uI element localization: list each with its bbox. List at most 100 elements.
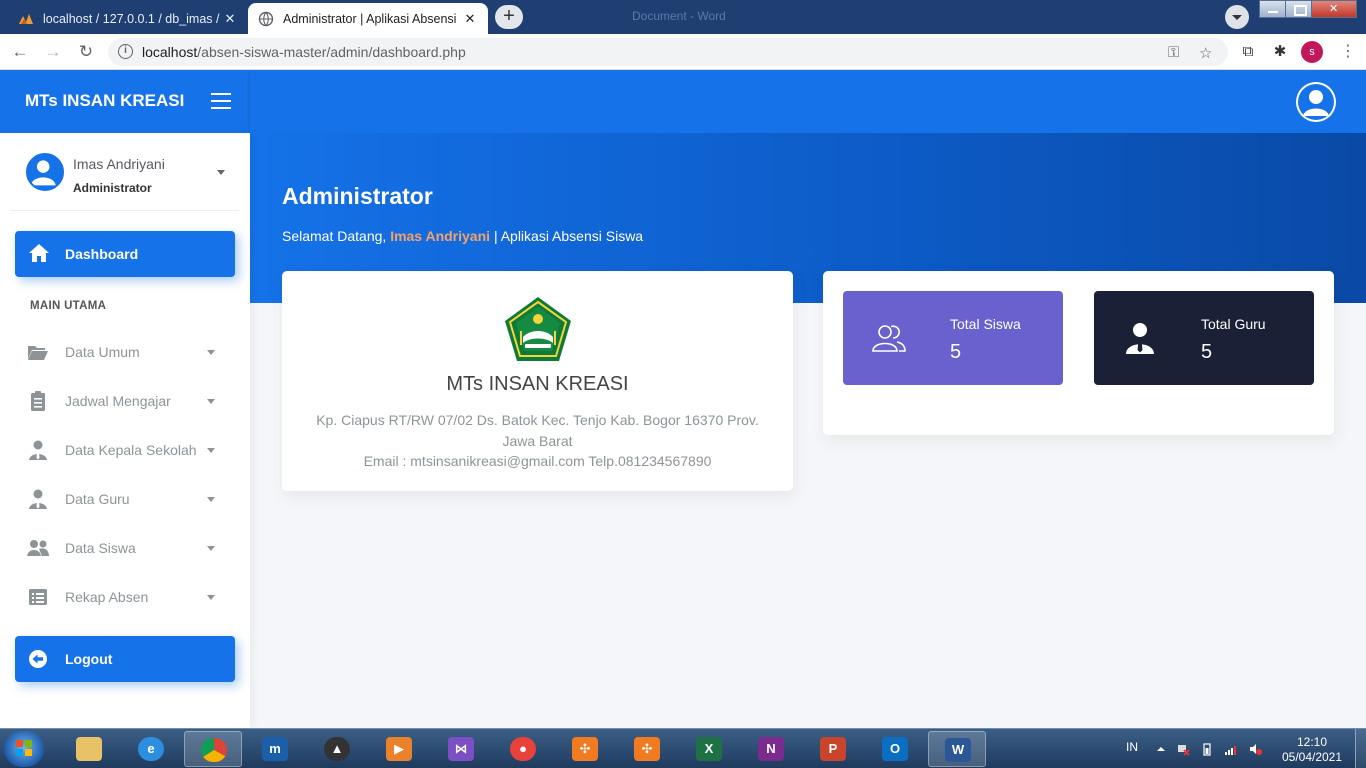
browser-tab-active[interactable]: Administrator | Aplikasi Absensi ✕ xyxy=(248,3,488,34)
clock-date: 05/04/2021 xyxy=(1281,750,1343,764)
star-icon[interactable]: ☆ xyxy=(1199,44,1212,62)
sidebar-item-label: Data Guru xyxy=(65,491,130,507)
clipboard-icon xyxy=(31,391,45,411)
taskbar-media-player[interactable]: ▶ xyxy=(370,731,428,767)
caret-down-icon xyxy=(207,546,215,551)
site-info-icon[interactable]: i xyxy=(118,44,133,59)
caret-down-icon xyxy=(207,497,215,502)
sidebar-user[interactable]: Imas Andriyani Administrator xyxy=(10,133,239,211)
visual-studio-icon: ⋈ xyxy=(448,737,474,761)
show-desktop-button[interactable] xyxy=(1355,729,1366,768)
total-siswa-stat[interactable]: Total Siswa 5 xyxy=(843,291,1063,385)
sidebar-item-label: Data Siswa xyxy=(65,540,136,556)
user-role: Administrator xyxy=(73,181,152,195)
taskbar-powerpoint[interactable]: P xyxy=(804,731,862,767)
home-icon xyxy=(29,244,49,262)
tab-search-button[interactable] xyxy=(1225,5,1249,29)
sidebar-item-label: Jadwal Mengajar xyxy=(65,393,171,409)
volume-muted-icon[interactable] xyxy=(1248,742,1262,756)
user-name: Imas Andriyani xyxy=(73,156,165,172)
taskbar-explorer[interactable] xyxy=(60,731,118,767)
xampp-icon: ✣ xyxy=(572,737,598,761)
sidebar-item-data-umum[interactable]: Data Umum xyxy=(15,329,235,375)
page-title: Administrator xyxy=(282,183,433,209)
excel-icon: X xyxy=(696,737,722,761)
sidebar-item-data-siswa[interactable]: Data Siswa xyxy=(15,525,235,571)
sidebar-item-jadwal-mengajar[interactable]: Jadwal Mengajar xyxy=(15,378,235,424)
taskbar-word[interactable]: W xyxy=(928,731,986,767)
sidebar-section-title: MAIN UTAMA xyxy=(30,300,107,312)
school-emblem-icon xyxy=(505,297,571,361)
powerpoint-icon: P xyxy=(820,737,846,761)
taskbar-mobaxterm[interactable]: m xyxy=(246,731,304,767)
maximize-button[interactable] xyxy=(1285,0,1312,18)
taskbar-internet-explorer[interactable]: e xyxy=(122,731,180,767)
users-icon xyxy=(27,540,49,556)
battery-icon[interactable] xyxy=(1200,742,1214,756)
back-arrow-icon[interactable]: ← xyxy=(8,40,32,64)
window-controls xyxy=(1259,0,1357,20)
taskbar-screen-recorder[interactable]: ● xyxy=(494,731,552,767)
user-avatar-icon[interactable] xyxy=(1296,82,1336,122)
close-window-button[interactable] xyxy=(1311,0,1357,18)
user-tie-icon xyxy=(29,440,47,460)
minimize-button[interactable] xyxy=(1259,0,1286,18)
language-indicator[interactable]: IN xyxy=(1126,740,1138,754)
total-guru-stat[interactable]: Total Guru 5 xyxy=(1094,291,1314,385)
more-menu-icon[interactable]: ⋮ xyxy=(1340,42,1356,62)
brand-logo-text[interactable]: MTs INSAN KREASI xyxy=(25,91,184,111)
address-bar[interactable]: i localhost/absen-siswa-master/admin/das… xyxy=(108,38,1228,66)
taskbar-outlook[interactable]: O xyxy=(866,731,924,767)
user-tie-icon xyxy=(1126,323,1154,354)
sidebar-item-label: Rekap Absen xyxy=(65,589,149,605)
folder-icon xyxy=(76,737,102,761)
system-clock[interactable]: 12:10 05/04/2021 xyxy=(1280,735,1344,765)
sidebar: Imas Andriyani Administrator Dashboard M… xyxy=(0,133,250,728)
reload-icon[interactable]: ↻ xyxy=(74,40,98,64)
sidebar-item-data-kepala-sekolah[interactable]: Data Kepala Sekolah xyxy=(15,427,235,473)
new-tab-button[interactable]: + xyxy=(495,5,523,29)
windows-taskbar: e m ▲ ▶ ⋈ ● ✣ ✣ X N P O W IN 12:10 05/04… xyxy=(0,728,1366,768)
key-icon[interactable]: ⚿ xyxy=(1168,44,1179,61)
windows-logo-icon xyxy=(16,740,32,756)
extension-icon[interactable]: ⧉ xyxy=(1238,42,1258,62)
taskbar-inkscape[interactable]: ▲ xyxy=(308,731,366,767)
browser-tab-phpmyadmin[interactable]: localhost / 127.0.0.1 / db_imas / t ✕ xyxy=(8,3,248,34)
url-text: localhost/absen-siswa-master/admin/dashb… xyxy=(142,44,466,60)
taskbar-xampp[interactable]: ✣ xyxy=(556,731,614,767)
signal-icon[interactable] xyxy=(1224,742,1238,756)
puzzle-icon[interactable]: ✱ xyxy=(1270,42,1290,62)
phpmyadmin-icon xyxy=(19,13,33,24)
close-tab-icon[interactable]: ✕ xyxy=(462,11,478,27)
chevron-up-icon[interactable] xyxy=(1154,742,1168,756)
forward-arrow-icon[interactable]: → xyxy=(41,40,65,64)
taskbar-chrome[interactable] xyxy=(184,731,242,767)
sidebar-item-data-guru[interactable]: Data Guru xyxy=(15,476,235,522)
close-tab-icon[interactable]: ✕ xyxy=(222,11,238,27)
taskbar-onenote[interactable]: N xyxy=(742,731,800,767)
sidebar-item-rekap-absen[interactable]: Rekap Absen xyxy=(15,574,235,620)
folder-open-icon xyxy=(28,346,48,360)
caret-down-icon[interactable] xyxy=(217,170,225,175)
profile-avatar[interactable]: s xyxy=(1301,41,1323,63)
onenote-icon: N xyxy=(758,737,784,761)
school-name: MTs INSAN KREASI xyxy=(446,373,629,395)
internet-explorer-icon: e xyxy=(138,737,164,761)
sidebar-item-dashboard[interactable]: Dashboard xyxy=(15,231,235,277)
taskbar-xampp-2[interactable]: ✣ xyxy=(618,731,676,767)
outlook-icon: O xyxy=(882,737,908,761)
caret-down-icon xyxy=(207,448,215,453)
start-button[interactable] xyxy=(4,731,44,767)
top-navbar xyxy=(250,70,1366,133)
recorder-icon: ● xyxy=(510,737,536,761)
taskbar-excel[interactable]: X xyxy=(680,731,738,767)
taskbar-visual-studio[interactable]: ⋈ xyxy=(432,731,490,767)
word-icon: W xyxy=(945,738,971,762)
media-player-icon: ▶ xyxy=(386,737,412,761)
xampp-icon: ✣ xyxy=(634,737,660,761)
network-icon[interactable] xyxy=(1176,742,1190,756)
tab-title: localhost / 127.0.0.1 / db_imas / t xyxy=(43,11,222,26)
chrome-icon xyxy=(201,738,227,762)
hamburger-icon[interactable] xyxy=(211,93,231,109)
logout-button[interactable]: Logout xyxy=(15,636,235,682)
